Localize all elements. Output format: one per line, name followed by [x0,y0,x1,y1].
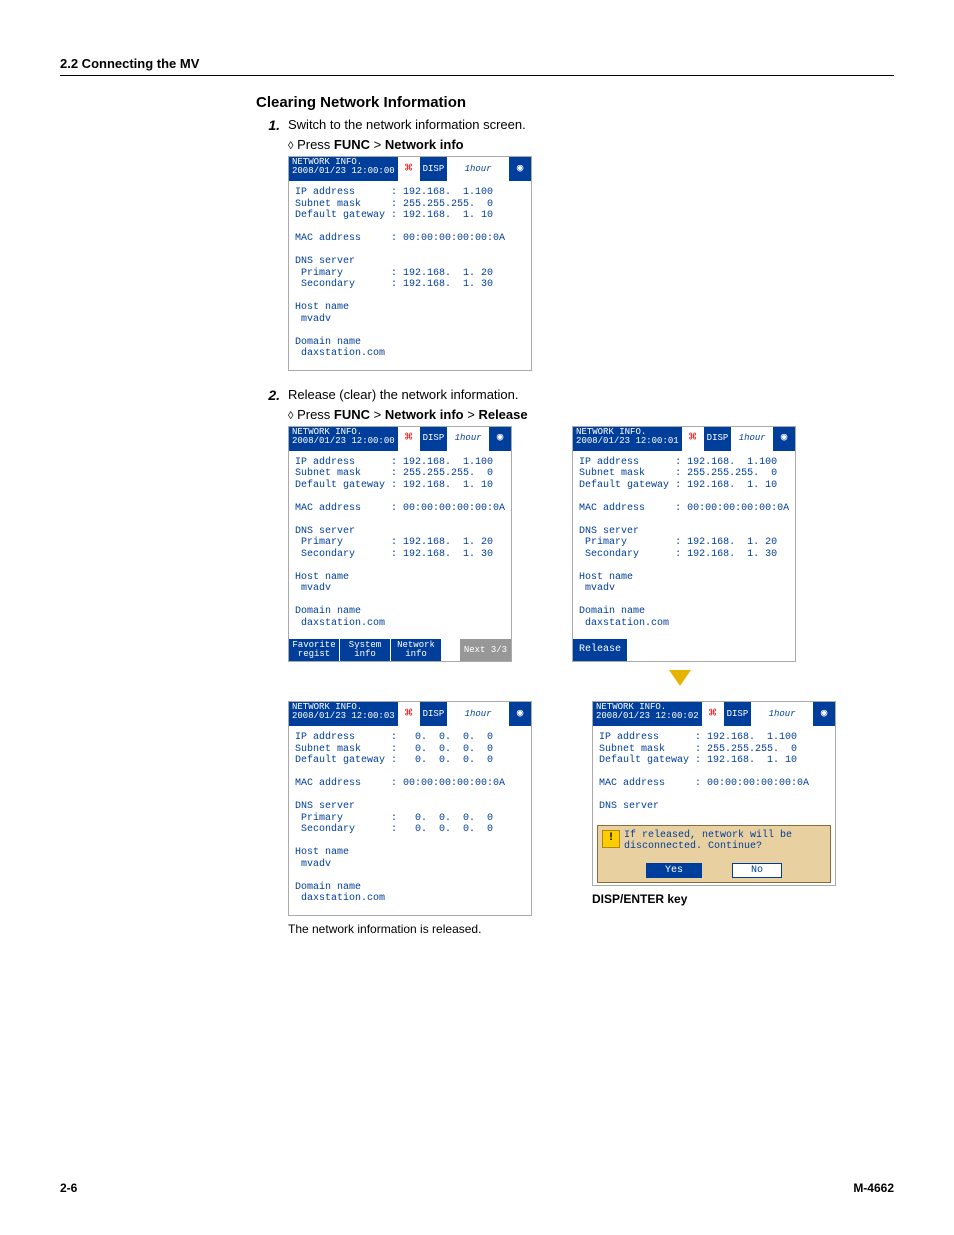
step-1: 1. Switch to the network information scr… [256,117,796,133]
instruction-2: ◊ Press FUNC > Network info > Release [288,407,796,422]
caption-dispenter: DISP/ENTER key [592,892,836,906]
softkey-row: Favorite regist System info Network info… [289,639,511,661]
softkey-network[interactable]: Network info [391,639,441,661]
step2-text: Release (clear) the network information. [288,387,796,403]
step2-number: 2. [256,387,280,403]
screens-row-a: NETWORK INFO. 2008/01/23 12:00:00 ⌘ DISP… [288,426,796,663]
camera-icon: ◉ [509,702,531,726]
alarm-icon: ⌘ [398,702,420,726]
screen-release: NETWORK INFO. 2008/01/23 12:00:01 ⌘ DISP… [572,426,796,663]
screen-confirm: NETWORK INFO. 2008/01/23 12:00:02 ⌘ DISP… [592,701,836,886]
page-header: 2.2 Connecting the MV [60,55,894,76]
camera-icon: ◉ [509,157,531,181]
diamond-icon: ◊ [288,140,293,152]
alarm-icon: ⌘ [702,702,724,726]
softkey-next[interactable]: Next 3/3 [460,639,511,661]
screen-netinfo-1: NETWORK INFO. 2008/01/23 12:00:00 ⌘ DISP… [288,156,532,371]
page-footer: 2-6 M-4662 [60,1181,894,1195]
diamond-icon: ◊ [288,410,293,422]
camera-icon: ◉ [773,427,795,451]
section-number: 2.2 Connecting the MV [60,56,199,71]
alarm-icon: ⌘ [682,427,704,451]
alarm-icon: ⌘ [398,427,420,451]
alarm-icon: ⌘ [398,157,420,181]
screen-cleared: NETWORK INFO. 2008/01/23 12:00:03 ⌘ DISP… [288,701,532,916]
disp-tag: DISP [420,157,448,181]
camera-icon: ◉ [813,702,835,726]
page-number: 2-6 [60,1181,77,1195]
dialog-line2: disconnected. Continue? [624,841,792,853]
camera-icon: ◉ [489,427,511,451]
no-button[interactable]: No [732,863,782,879]
timespan: 1hour [447,157,509,181]
softkey-system[interactable]: System info [340,639,390,661]
netinfo-body: IP address : 192.168. 1.100 Subnet mask … [289,181,531,370]
warning-icon: ! [602,830,620,848]
screens-row-b: NETWORK INFO. 2008/01/23 12:00:03 ⌘ DISP… [288,701,796,936]
doc-number: M-4662 [853,1181,894,1195]
screen-softkeys: NETWORK INFO. 2008/01/23 12:00:00 ⌘ DISP… [288,426,512,663]
dialog-line1: If released, network will be [624,830,792,842]
confirm-dialog: ! If released, network will be disconnec… [597,825,831,884]
step1-number: 1. [256,117,280,133]
arrow-down-icon [669,668,691,686]
yes-button[interactable]: Yes [646,863,702,879]
step1-text: Switch to the network information screen… [288,117,796,133]
softkey-release[interactable]: Release [573,639,627,661]
step-2: 2. Release (clear) the network informati… [256,387,796,403]
softkey-favorite[interactable]: Favorite regist [289,639,339,661]
screen-title: NETWORK INFO. 2008/01/23 12:00:00 [289,157,398,181]
instruction-1: ◊ Press FUNC > Network info [288,137,796,152]
caption-released: The network information is released. [288,922,532,936]
subsection-title: Clearing Network Information [256,94,796,111]
